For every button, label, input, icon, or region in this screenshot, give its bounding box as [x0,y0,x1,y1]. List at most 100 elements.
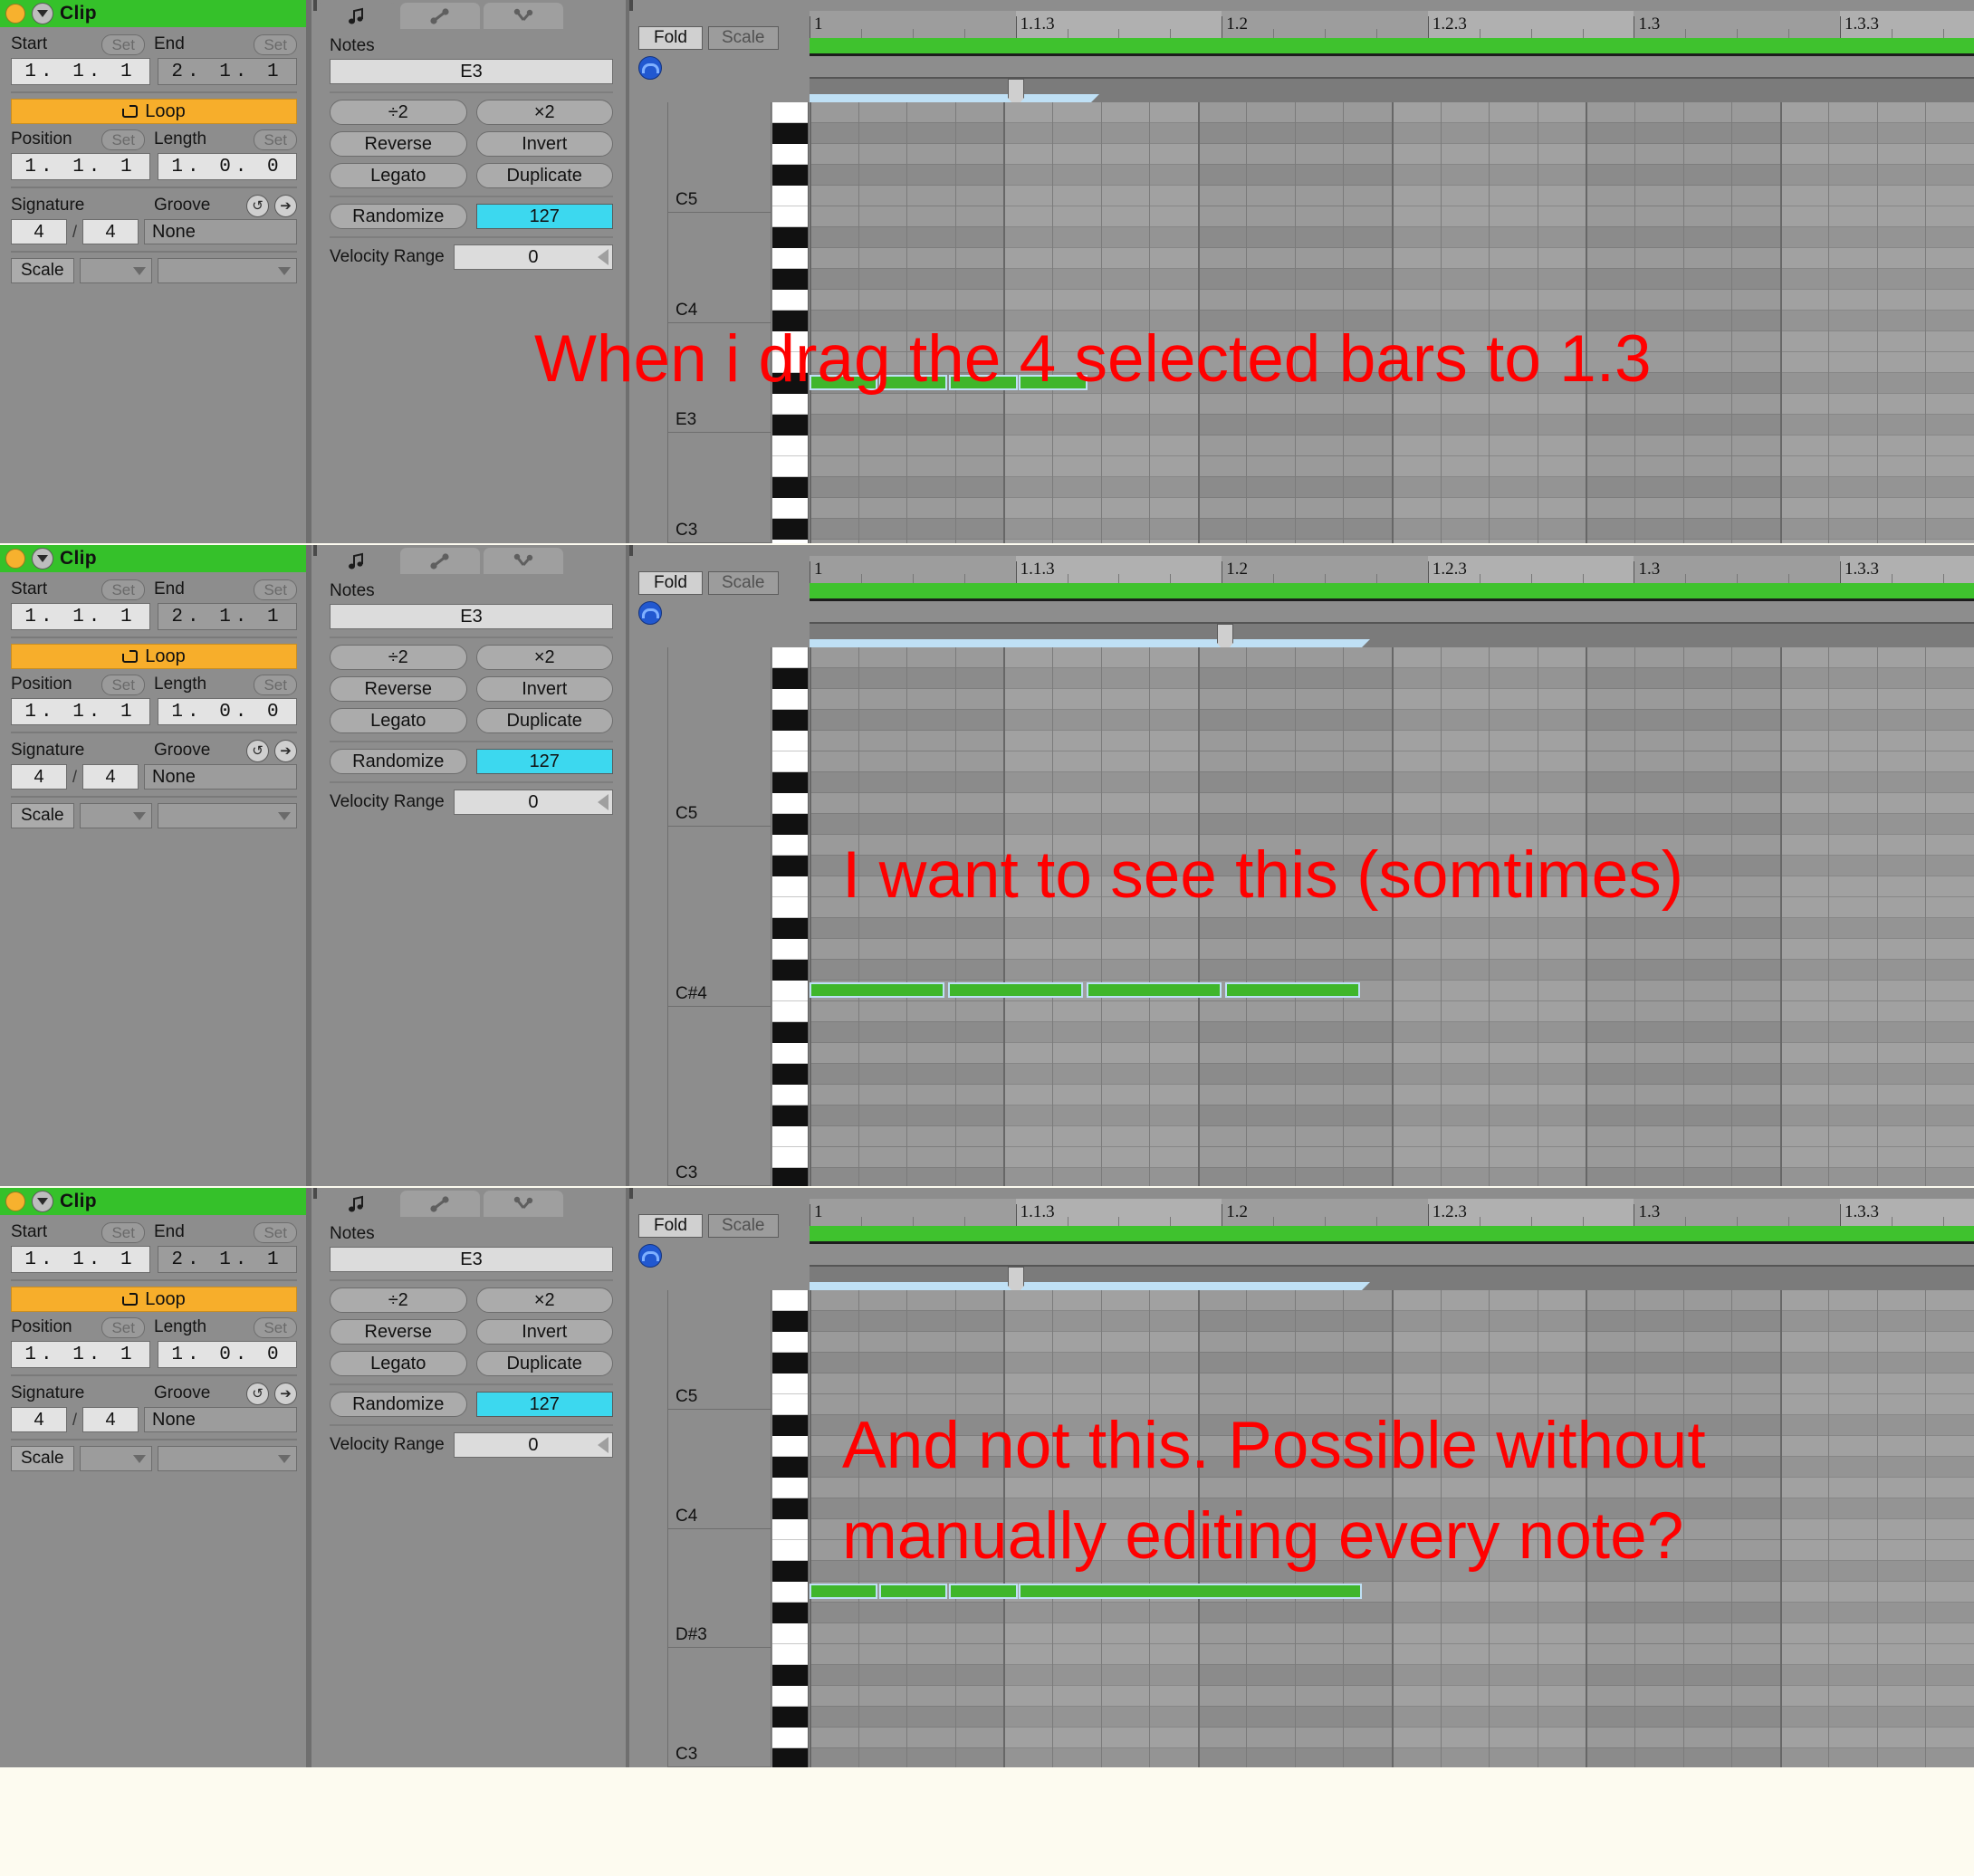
piano-white-key[interactable] [772,1332,808,1353]
piano-white-key[interactable] [772,1728,808,1748]
double-button[interactable]: ×2 [475,645,613,670]
end-value-field[interactable]: 2. 1. 1 [158,603,297,630]
scale-toggle-button[interactable]: Scale [11,803,74,828]
piano-black-key[interactable] [772,1457,808,1478]
piano-white-key[interactable] [772,102,808,123]
piano-white-key[interactable] [772,540,808,543]
midi-note[interactable] [1225,982,1361,998]
groove-field[interactable]: None [144,764,297,790]
note-name-label[interactable]: C5 [668,102,771,213]
end-value-field[interactable]: 2. 1. 1 [158,1246,297,1273]
groove-field[interactable]: None [144,219,297,244]
note-name-label[interactable]: C#4 [668,827,771,1007]
piano-white-key[interactable] [772,1582,808,1603]
piano-white-key[interactable] [772,1290,808,1311]
position-set-button[interactable]: Set [101,1316,145,1338]
position-value-field[interactable]: 1. 1. 1 [11,153,150,180]
marker-row-3[interactable] [810,1247,1974,1267]
piano-black-key[interactable] [772,856,808,876]
piano-white-key[interactable] [772,1001,808,1022]
piano-white-key[interactable] [772,144,808,165]
scale-toggle-button[interactable]: Scale [11,258,74,283]
duplicate-button[interactable]: Duplicate [475,1351,613,1376]
randomize-button[interactable]: Randomize [330,204,467,229]
note-name-label[interactable]: C3 [668,1648,771,1767]
piano-black-key[interactable] [772,519,808,540]
reverse-button[interactable]: Reverse [330,131,467,157]
piano-black-key[interactable] [772,668,808,689]
halve-button[interactable]: ÷2 [330,1287,467,1313]
clip-activator-icon[interactable] [5,1192,25,1211]
end-set-button[interactable]: Set [254,1221,297,1243]
scale-name-dropdown[interactable] [157,1446,297,1471]
signature-denominator-field[interactable]: 4 [82,219,139,244]
piano-black-key[interactable] [772,1707,808,1728]
piano-black-key[interactable] [772,918,808,939]
selection-bar-2[interactable] [810,639,1370,647]
loop-toggle-button[interactable]: Loop [11,1287,297,1312]
invert-button[interactable]: Invert [475,676,613,702]
piano-white-key[interactable] [772,647,808,668]
piano-black-key[interactable] [772,123,808,144]
piano-white-key[interactable] [772,1519,808,1540]
marker-row-1[interactable] [810,59,1974,79]
selection-row-1[interactable] [810,79,1974,108]
start-value-field[interactable]: 1. 1. 1 [11,58,150,85]
length-set-button[interactable]: Set [254,674,297,695]
note-name-label[interactable]: C4 [668,1410,771,1529]
groove-hotswap-icon[interactable]: ➔ [274,1382,297,1405]
length-set-button[interactable]: Set [254,129,297,150]
invert-button[interactable]: Invert [475,1319,613,1345]
playhead-marker-1[interactable] [1007,79,1024,108]
velocity-field[interactable]: 127 [475,749,613,774]
piano-black-key[interactable] [772,814,808,835]
piano-keyboard-3[interactable] [772,1290,809,1767]
piano-white-key[interactable] [772,1394,808,1415]
length-value-field[interactable]: 1. 0. 0 [158,698,297,725]
piano-white-key[interactable] [772,731,808,751]
piano-black-key[interactable] [772,1561,808,1582]
roll-scale-button[interactable]: Scale [707,26,779,50]
start-value-field[interactable]: 1. 1. 1 [11,1246,150,1273]
scale-root-dropdown[interactable] [79,1446,152,1471]
loop-brace-1[interactable] [810,38,1974,56]
groove-commit-icon[interactable]: ↺ [246,1382,269,1405]
midi-note[interactable] [879,1584,948,1599]
piano-white-key[interactable] [772,981,808,1001]
groove-hotswap-icon[interactable]: ➔ [274,739,297,762]
time-ruler-3[interactable]: 1 1.1.3 1.2 1.2.3 1.3 1.3.3 [810,1199,1974,1226]
midi-note[interactable] [810,982,945,998]
piano-black-key[interactable] [772,1498,808,1519]
time-ruler-2[interactable]: 1 1.1.3 1.2 1.2.3 1.3 1.3.3 [810,556,1974,583]
position-value-field[interactable]: 1. 1. 1 [11,1341,150,1368]
piano-black-key[interactable] [772,165,808,186]
piano-black-key[interactable] [772,960,808,981]
clip-activator-icon[interactable] [5,549,25,569]
groove-hotswap-icon[interactable]: ➔ [274,194,297,217]
reverse-button[interactable]: Reverse [330,1319,467,1345]
legato-button[interactable]: Legato [330,163,467,188]
scale-name-dropdown[interactable] [157,803,297,828]
scale-root-dropdown[interactable] [79,803,152,828]
note-name-label[interactable]: C5 [668,647,771,828]
piano-black-key[interactable] [772,1748,808,1767]
piano-black-key[interactable] [772,269,808,290]
piano-black-key[interactable] [772,1064,808,1085]
piano-white-key[interactable] [772,1374,808,1394]
piano-white-key[interactable] [772,1436,808,1457]
note-name-label[interactable]: C3 [668,1007,771,1186]
fold-button[interactable]: Fold [638,26,703,50]
tab-notes[interactable] [317,1191,397,1217]
legato-button[interactable]: Legato [330,1351,467,1376]
start-set-button[interactable]: Set [101,34,145,55]
piano-white-key[interactable] [772,394,808,415]
fold-button[interactable]: Fold [638,1214,703,1238]
piano-white-key[interactable] [772,751,808,772]
loop-toggle-button[interactable]: Loop [11,99,297,124]
note-grid-2[interactable] [810,647,1974,1186]
duplicate-button[interactable]: Duplicate [475,163,613,188]
piano-white-key[interactable] [772,1043,808,1064]
length-value-field[interactable]: 1. 0. 0 [158,1341,297,1368]
end-value-field[interactable]: 2. 1. 1 [158,58,297,85]
piano-white-key[interactable] [772,1686,808,1707]
